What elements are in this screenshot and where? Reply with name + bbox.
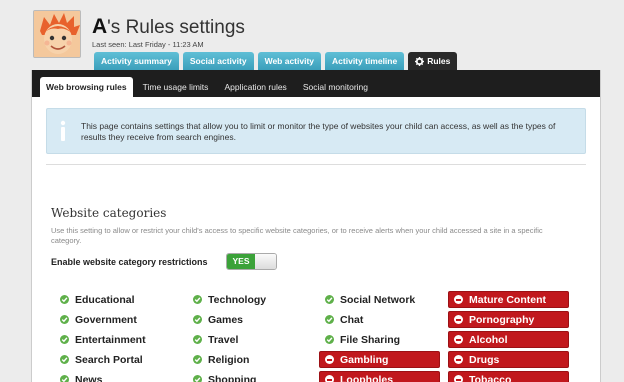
section-description: Use this setting to allow or restrict yo… [51,226,543,245]
category-label: Loopholes [340,373,394,382]
category-tobacco[interactable]: Tobacco [448,371,569,382]
category-gambling[interactable]: Gambling [319,351,440,368]
category-travel[interactable]: Travel [193,331,238,348]
allowed-check-icon [193,335,202,344]
blocked-icon [325,355,334,364]
content-panel: Web browsing rules Time usage limits App… [31,70,601,382]
blocked-icon [454,375,463,382]
tab-activity-timeline[interactable]: Activity timeline [325,52,405,70]
category-pornography[interactable]: Pornography [448,311,569,328]
main-tabs: Activity summary Social activity Web act… [94,52,458,70]
category-games[interactable]: Games [193,311,243,328]
allowed-check-icon [193,315,202,324]
allowed-check-icon [193,295,202,304]
category-government[interactable]: Government [60,311,137,328]
category-news[interactable]: News [60,371,102,382]
subtab-time-usage-limits[interactable]: Time usage limits [137,77,215,97]
category-file-sharing[interactable]: File Sharing [325,331,400,348]
tab-rules[interactable]: Rules [408,52,458,70]
tab-web-activity[interactable]: Web activity [257,52,322,70]
allowed-check-icon [325,335,334,344]
tab-social-activity[interactable]: Social activity [182,52,254,70]
category-religion[interactable]: Religion [193,351,249,368]
page-title: A's Rules settings [92,16,245,39]
category-social-network[interactable]: Social Network [325,291,415,308]
toggle-on-label: YES [227,254,255,269]
category-label: Alcohol [469,333,508,346]
divider [46,164,586,165]
category-label: Government [75,313,137,326]
subtab-social-monitoring[interactable]: Social monitoring [297,77,374,97]
blocked-icon [454,335,463,344]
category-chat[interactable]: Chat [325,311,363,328]
section-title: Website categories [51,206,167,220]
sub-tabs: Web browsing rules Time usage limits App… [32,70,600,97]
allowed-check-icon [193,375,202,382]
blocked-icon [454,355,463,364]
category-label: Tobacco [469,373,512,382]
category-label: Entertainment [75,333,146,346]
subtab-web-browsing-rules[interactable]: Web browsing rules [40,77,133,97]
category-label: Technology [208,293,267,306]
allowed-check-icon [60,355,69,364]
category-entertainment[interactable]: Entertainment [60,331,146,348]
category-label: Travel [208,333,239,346]
toggle-knob [255,254,276,269]
blocked-icon [325,375,334,382]
category-label: Drugs [469,353,500,366]
category-drugs[interactable]: Drugs [448,351,569,368]
category-mature-content[interactable]: Mature Content [448,291,569,308]
subtab-application-rules[interactable]: Application rules [218,77,292,97]
category-label: Religion [208,353,250,366]
blocked-icon [454,315,463,324]
allowed-check-icon [325,295,334,304]
category-label: Educational [75,293,135,306]
allowed-check-icon [60,315,69,324]
page-title-text: 's Rules settings [107,17,245,38]
avatar [33,10,81,58]
category-restrictions-label: Enable website category restrictions [51,257,208,267]
category-shopping[interactable]: Shopping [193,371,256,382]
tab-activity-summary[interactable]: Activity summary [94,52,179,70]
category-alcohol[interactable]: Alcohol [448,331,569,348]
category-label: Chat [340,313,364,326]
allowed-check-icon [60,295,69,304]
info-box: This page contains settings that allow y… [46,108,586,154]
category-educational[interactable]: Educational [60,291,135,308]
allowed-check-icon [193,355,202,364]
category-technology[interactable]: Technology [193,291,266,308]
allowed-check-icon [325,315,334,324]
category-label: Shopping [208,373,257,382]
category-loopholes[interactable]: Loopholes [319,371,440,382]
allowed-check-icon [60,375,69,382]
gear-icon [415,56,425,66]
blocked-icon [454,295,463,304]
category-restrictions-toggle[interactable]: YES [226,253,277,270]
child-initial: A [92,15,108,38]
category-search-portal[interactable]: Search Portal [60,351,143,368]
child-avatar-icon [34,11,80,57]
category-label: Social Network [340,293,416,306]
last-seen-text: Last seen: Last Friday - 11:23 AM [92,40,204,49]
allowed-check-icon [60,335,69,344]
info-icon [60,120,66,141]
category-label: News [75,373,103,382]
tab-rules-label: Rules [427,56,451,66]
category-label: Gambling [340,353,389,366]
category-label: File Sharing [340,333,401,346]
category-label: Pornography [469,313,535,326]
category-label: Games [208,313,244,326]
category-label: Mature Content [469,293,546,306]
info-text: This page contains settings that allow y… [81,121,556,142]
category-label: Search Portal [75,353,143,366]
